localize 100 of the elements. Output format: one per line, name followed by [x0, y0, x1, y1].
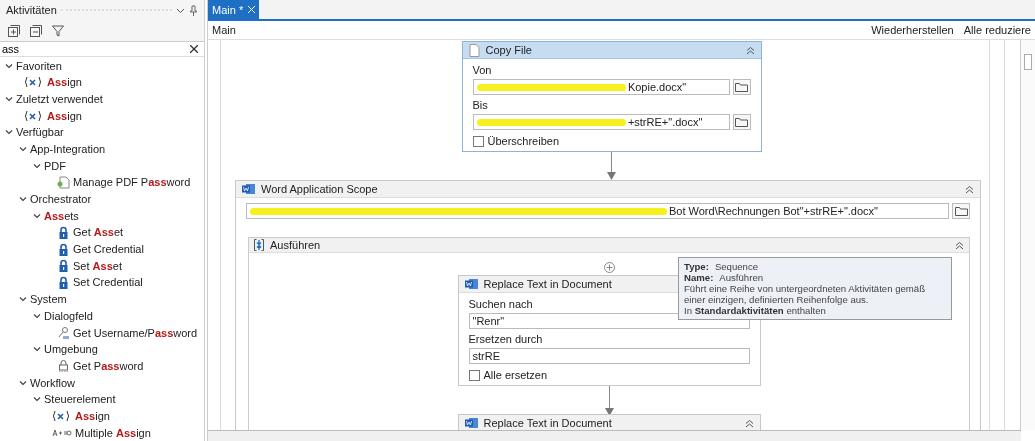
chevron-down-icon[interactable] — [5, 94, 13, 103]
chevron-down-icon[interactable] — [33, 211, 41, 220]
add-icon[interactable] — [603, 262, 615, 273]
checkbox[interactable]: Überschreiben — [472, 135, 751, 147]
word-document-icon — [464, 278, 478, 290]
activity-item[interactable]: Manage PDF Password — [73, 176, 191, 189]
sequence-title: Ausführen — [270, 239, 322, 251]
lock-icon — [57, 275, 70, 289]
lock-icon — [57, 359, 70, 373]
tree-item[interactable]: System — [30, 293, 67, 306]
tooltip-value: Sequence — [714, 261, 759, 272]
collapse-icon[interactable] — [744, 418, 754, 428]
variable-icon — [24, 76, 44, 89]
field-value: strRE — [472, 350, 500, 362]
pin-icon[interactable] — [189, 4, 198, 16]
collapse-icon[interactable] — [965, 184, 974, 194]
field-value: Kopie.docx" — [627, 81, 687, 93]
activity-item[interactable]: Get Username/Password — [73, 326, 198, 339]
toolbar-link[interactable]: Wiederherstellen — [871, 24, 954, 36]
tooltip-value: Ausführen — [719, 272, 764, 283]
folder-icon — [954, 206, 968, 216]
chevron-down-icon[interactable] — [5, 61, 13, 70]
scrollbar-thumb[interactable] — [1024, 54, 1032, 70]
collapse-icon[interactable] — [745, 45, 755, 55]
input-field[interactable]: Kopie.docx" — [472, 79, 730, 95]
chevron-down-icon[interactable] — [33, 311, 41, 320]
field-value: Bot Word\Rechnungen Bot"+strRE+".docx" — [669, 205, 878, 217]
activity-item[interactable]: Assign — [47, 76, 82, 89]
chevron-down-icon[interactable] — [19, 144, 27, 153]
tree-item[interactable]: Zuletzt verwendet — [16, 92, 103, 105]
lock-icon — [57, 225, 70, 239]
horizontal-scrollbar[interactable] — [208, 430, 1021, 441]
chevron-down-icon[interactable] — [33, 345, 41, 354]
chevron-down-icon[interactable] — [19, 195, 27, 203]
lock-icon — [57, 259, 70, 273]
folder-icon — [735, 82, 748, 92]
activity-item[interactable]: Get Password — [73, 359, 144, 372]
browse-button[interactable] — [952, 203, 970, 219]
expand-all-icon[interactable] — [8, 24, 20, 37]
activity-item[interactable]: Set Credential — [73, 276, 143, 289]
activity-title: Copy File — [485, 44, 532, 56]
activity-title: Word Application Scope — [261, 183, 378, 195]
tree-item[interactable]: App-Integration — [30, 142, 106, 155]
tree-item[interactable]: Favoriten — [16, 59, 62, 72]
document-icon — [468, 43, 480, 57]
activity-title: Replace Text in Document — [483, 417, 612, 429]
tooltip-label: Type: — [684, 261, 709, 272]
tooltip-description: Führt eine Reihe von untergeordneten Aktivitäten gemäß einer einzigen, definierten Reihenfolge aus. — [684, 283, 927, 305]
tree-item[interactable]: PDF — [44, 159, 66, 172]
tree-item[interactable]: Steuerelement — [44, 393, 116, 406]
browse-button[interactable] — [732, 79, 751, 95]
chevron-down-icon[interactable] — [19, 295, 27, 304]
field-label: Ersetzen durch — [468, 333, 543, 345]
field-value: +strRE+".docx" — [627, 116, 703, 128]
document-icon — [57, 175, 70, 189]
tree-item[interactable]: Workflow — [30, 376, 76, 389]
chevron-down-icon[interactable] — [19, 378, 27, 387]
word-document-icon — [242, 183, 255, 195]
tree-item[interactable]: Orchestrator — [30, 193, 92, 205]
chevron-down-icon[interactable] — [5, 128, 13, 137]
variable-icon — [52, 409, 72, 422]
field-value: "Renr" — [472, 315, 505, 327]
tree-item[interactable]: Assets — [44, 209, 79, 222]
document-tab[interactable]: Main * — [208, 0, 260, 19]
toolbar-link[interactable]: Alle reduziere — [963, 24, 1031, 36]
panel-title: Aktivitäten — [6, 4, 57, 17]
activity-item[interactable]: Get Asset — [73, 226, 124, 239]
input-field[interactable]: strRE — [468, 348, 750, 364]
collapse-all-icon[interactable] — [30, 24, 42, 37]
activity-title: Replace Text in Document — [483, 278, 612, 290]
activity-item[interactable]: Assign — [47, 109, 82, 122]
tree-item[interactable]: Dialogfeld — [44, 309, 93, 322]
breadcrumb[interactable]: Main — [212, 24, 236, 36]
arrow-connector — [604, 386, 614, 416]
key-icon — [57, 326, 70, 339]
activity-item[interactable]: Get Credential — [73, 243, 144, 256]
browse-button[interactable] — [732, 114, 751, 130]
close-icon[interactable] — [190, 45, 198, 54]
vertical-scrollbar[interactable] — [1020, 40, 1035, 430]
activity-item[interactable]: Multiple Assign — [75, 426, 151, 439]
lock-icon — [57, 242, 70, 256]
variable-icon — [24, 109, 44, 122]
input-field[interactable]: Bot Word\Rechnungen Bot"+strRE+".docx" — [246, 203, 949, 219]
tree-item[interactable]: Verfügbar — [16, 126, 64, 139]
sequence-icon — [254, 239, 264, 251]
tree-item[interactable]: Umgebung — [44, 343, 98, 356]
input-field[interactable]: +strRE+".docx" — [472, 114, 730, 130]
word-document-icon — [464, 417, 478, 429]
chevron-down-icon[interactable] — [33, 395, 41, 404]
tooltip-source: In Standardaktivitäten enthalten — [684, 305, 827, 316]
activity-item[interactable]: Assign — [75, 409, 110, 422]
collapse-icon[interactable] — [955, 240, 964, 250]
chevron-down-icon[interactable] — [33, 161, 41, 170]
tooltip-label: Name: — [684, 272, 714, 283]
field-label: Suchen nach — [468, 298, 533, 310]
filter-icon[interactable] — [52, 24, 64, 37]
folder-icon — [735, 117, 748, 127]
field-label: Von — [472, 64, 492, 76]
checkbox[interactable]: Alle ersetzen — [468, 369, 750, 381]
activity-item[interactable]: Set Asset — [73, 259, 122, 272]
